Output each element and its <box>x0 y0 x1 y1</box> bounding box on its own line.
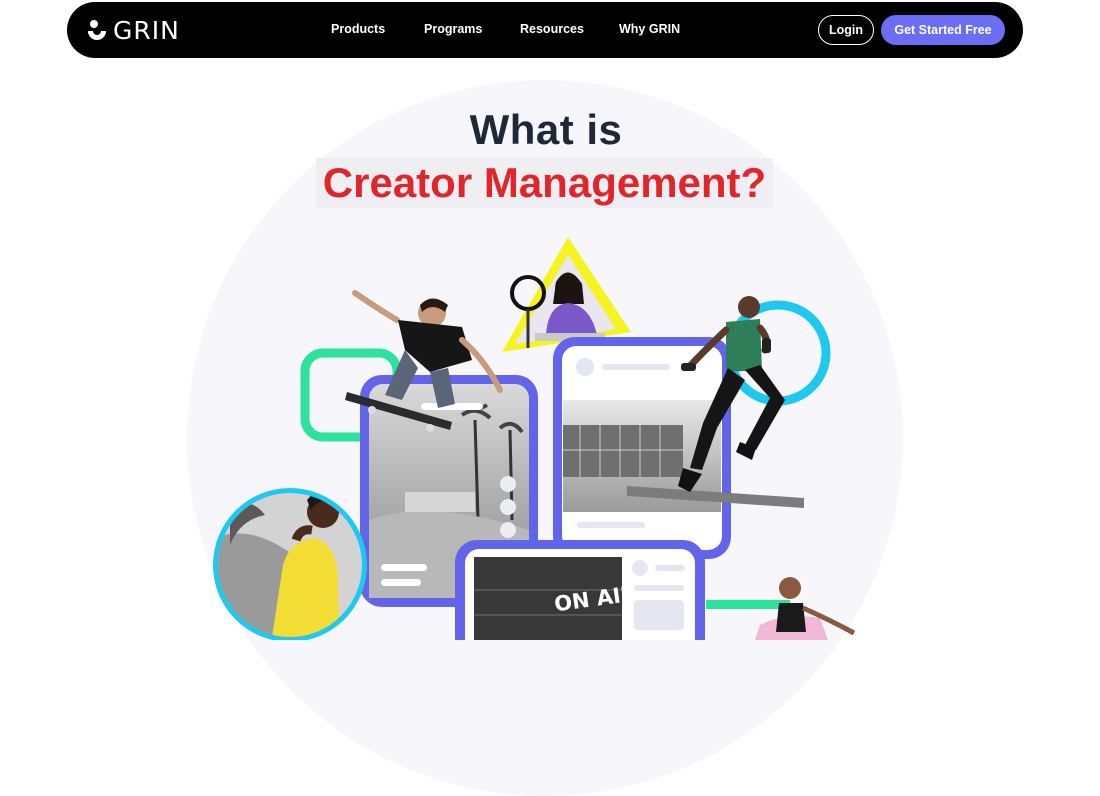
creator-collage-illustration: ON AIR <box>213 237 856 640</box>
green-bar-shape <box>706 600 790 609</box>
